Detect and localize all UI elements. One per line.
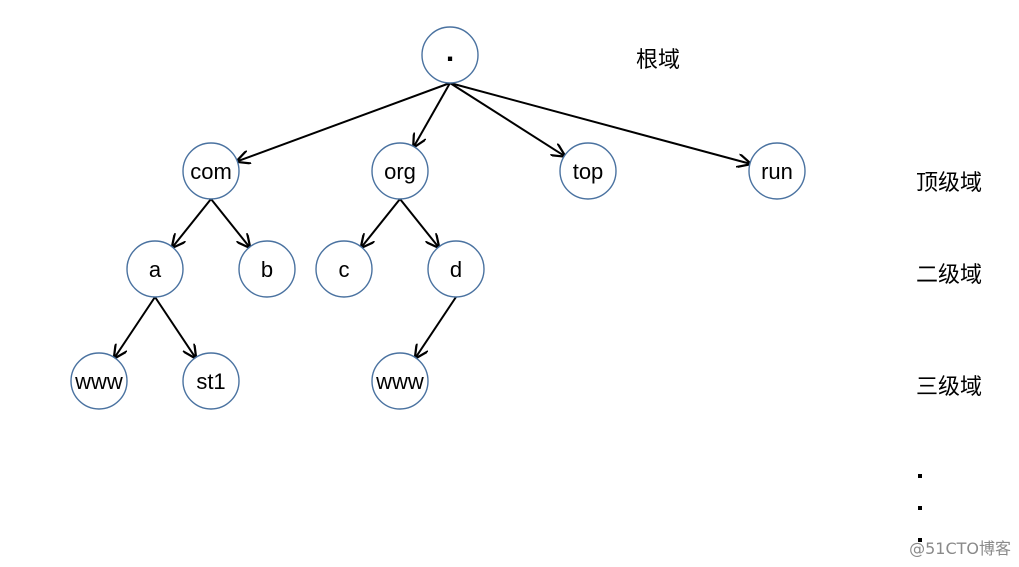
- edge-org-c: [361, 198, 401, 247]
- node-run: run: [748, 142, 806, 200]
- node-d: d: [427, 240, 485, 298]
- level-label-tld: 顶级域: [916, 171, 983, 196]
- continuation-dot: [918, 506, 922, 510]
- node-label: .: [446, 35, 454, 68]
- edge-com-a: [172, 198, 212, 247]
- node-label: com: [190, 159, 232, 184]
- node-label: www: [74, 369, 123, 394]
- node-c: c: [315, 240, 373, 298]
- edge-root-org: [414, 82, 451, 147]
- level-label-third: 三级域: [916, 375, 983, 400]
- continuation-dot: [918, 474, 922, 478]
- node-top: top: [559, 142, 617, 200]
- node-label: org: [384, 159, 416, 184]
- node-root: .: [421, 26, 479, 84]
- node-www2: www: [371, 352, 429, 410]
- node-label: b: [261, 257, 273, 282]
- node-label: www: [375, 369, 424, 394]
- watermark: @51CTO博客: [909, 539, 1011, 558]
- edge-d-www2: [416, 296, 457, 358]
- node-b: b: [238, 240, 296, 298]
- domain-tree: . com org top run a b c d www st1 www: [70, 26, 806, 410]
- level-label-second: 二级域: [916, 263, 983, 288]
- edge-root-top: [449, 82, 564, 156]
- edge-org-d: [399, 198, 439, 247]
- node-a: a: [126, 240, 184, 298]
- edge-com-b: [210, 198, 250, 247]
- edge-a-www1: [115, 296, 156, 358]
- node-label: a: [149, 257, 162, 282]
- level-label-root: 根域: [636, 48, 681, 73]
- node-label: run: [761, 159, 793, 184]
- node-label: d: [450, 257, 462, 282]
- node-label: c: [339, 257, 350, 282]
- node-label: st1: [196, 369, 225, 394]
- node-www1: www: [70, 352, 128, 410]
- node-org: org: [371, 142, 429, 200]
- node-label: top: [573, 159, 604, 184]
- edge-a-st1: [154, 296, 195, 358]
- node-com: com: [182, 142, 240, 200]
- node-st1: st1: [182, 352, 240, 410]
